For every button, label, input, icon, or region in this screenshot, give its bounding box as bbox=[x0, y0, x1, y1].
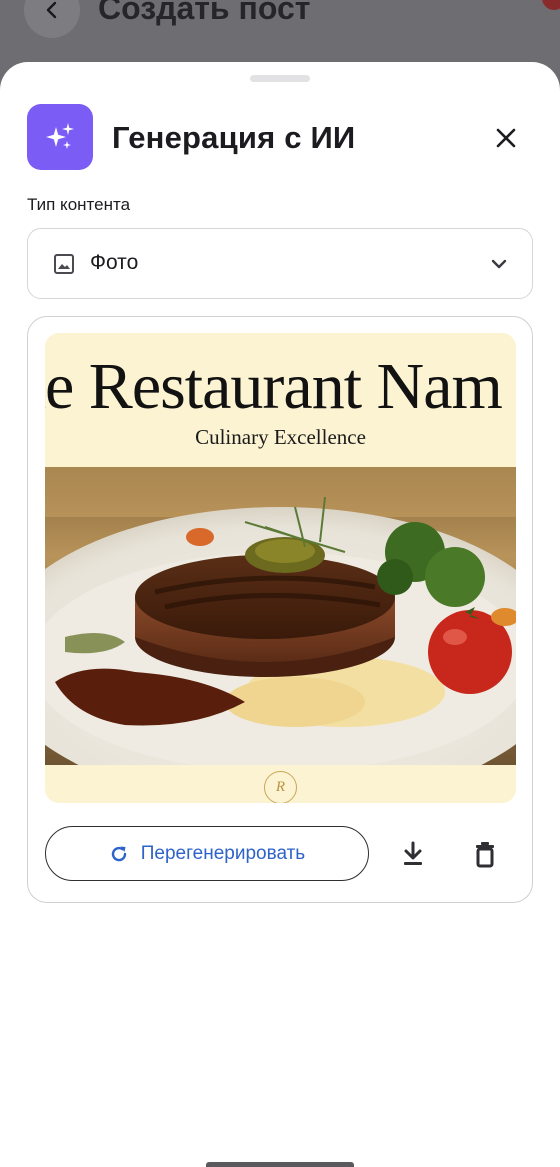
poster-tagline: Culinary Excellence bbox=[195, 425, 366, 449]
sparkles-icon bbox=[46, 123, 74, 149]
page-title: Создать пост bbox=[98, 0, 311, 26]
regenerate-label: Перегенерировать bbox=[140, 842, 306, 864]
content-type-label: Тип контента bbox=[27, 195, 131, 214]
ai-generation-sheet: Генерация с ИИ Тип контента Фото he Rest… bbox=[0, 62, 560, 1167]
chevron-down-icon bbox=[491, 259, 507, 269]
notification-dot bbox=[542, 0, 560, 10]
poster-restaurant-name: he Restaurant Nam bbox=[45, 350, 503, 423]
chevron-left-icon bbox=[46, 1, 57, 19]
sheet-title: Генерация с ИИ bbox=[112, 120, 356, 155]
steak-photo bbox=[45, 467, 516, 765]
ai-badge bbox=[27, 104, 93, 170]
restaurant-logo: R bbox=[264, 771, 297, 803]
close-icon bbox=[496, 128, 516, 148]
home-indicator bbox=[206, 1162, 354, 1167]
logo-letter: R bbox=[275, 779, 286, 795]
image-icon bbox=[54, 254, 74, 274]
generated-result-card: he Restaurant Nam Culinary Excellence R … bbox=[27, 316, 533, 903]
back-button[interactable] bbox=[24, 0, 80, 38]
content-type-value: Фото bbox=[90, 251, 139, 274]
trash-icon[interactable] bbox=[470, 839, 500, 869]
download-icon[interactable] bbox=[398, 839, 428, 869]
sheet-grabber[interactable] bbox=[250, 75, 310, 82]
content-type-select[interactable]: Фото bbox=[27, 228, 533, 299]
generated-image[interactable]: he Restaurant Nam Culinary Excellence R bbox=[45, 333, 516, 803]
refresh-icon bbox=[111, 846, 126, 861]
regenerate-button[interactable]: Перегенерировать bbox=[45, 826, 369, 881]
close-button[interactable] bbox=[486, 118, 526, 158]
